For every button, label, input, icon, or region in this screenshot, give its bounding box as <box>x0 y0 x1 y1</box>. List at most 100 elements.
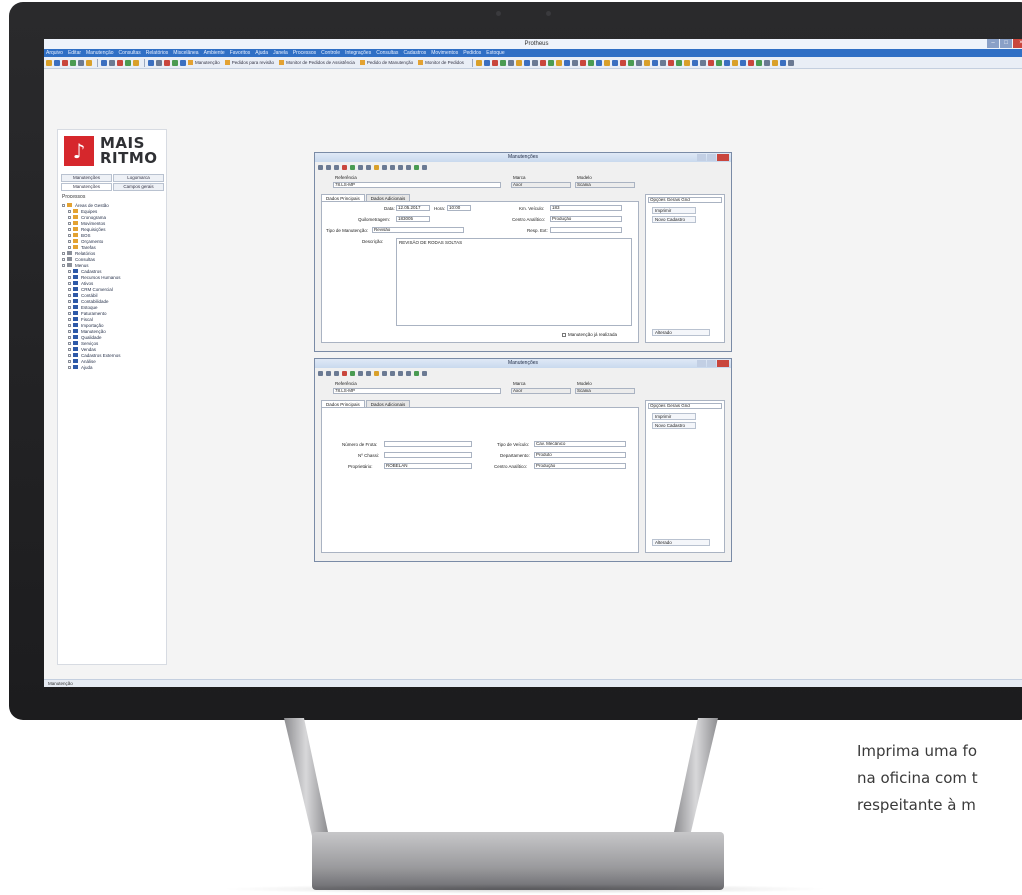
expand-icon[interactable] <box>68 359 71 363</box>
expand-icon[interactable] <box>68 209 71 213</box>
print-button[interactable]: Imprimir <box>652 413 696 420</box>
expand-icon[interactable] <box>68 305 71 309</box>
menu-item[interactable]: Editar <box>68 50 81 56</box>
toolbar-icon[interactable] <box>715 59 722 66</box>
help-icon[interactable] <box>422 165 427 170</box>
copy-icon[interactable] <box>334 165 339 170</box>
menu-item[interactable]: Controle <box>321 50 340 56</box>
toolbar-icon[interactable] <box>499 59 506 66</box>
first-icon[interactable] <box>382 371 387 376</box>
expand-icon[interactable] <box>68 275 71 279</box>
window-2-minimize[interactable] <box>697 360 706 367</box>
expand-icon[interactable] <box>68 221 71 225</box>
toolbar-icon[interactable] <box>148 59 154 66</box>
toolbar-icon[interactable] <box>651 59 658 66</box>
menu-item[interactable]: Ambiente <box>204 50 225 56</box>
refresh-icon[interactable] <box>414 371 419 376</box>
expand-icon[interactable] <box>68 347 71 351</box>
options-select[interactable]: Opções Gerais Grid <box>648 197 722 203</box>
date-field[interactable]: 12.05.2017 <box>396 205 430 211</box>
window-2-maximize[interactable] <box>707 360 716 367</box>
expand-icon[interactable] <box>68 293 71 297</box>
tab-manutencoes[interactable]: Manutenções <box>61 174 112 182</box>
toolbar-icon[interactable] <box>507 59 514 66</box>
toolbar-shortcut-button[interactable]: Monitor de Pedidos <box>418 60 464 65</box>
toolbar-icon[interactable] <box>70 59 76 66</box>
toolbar-icon[interactable] <box>515 59 522 66</box>
expand-icon[interactable] <box>68 215 71 219</box>
prev-icon[interactable] <box>390 165 395 170</box>
vehicle-type-field[interactable]: Cav. Mecânico <box>534 441 626 447</box>
expand-icon[interactable] <box>68 233 71 237</box>
toolbar-icon[interactable] <box>667 59 674 66</box>
toolbar-icon[interactable] <box>643 59 650 66</box>
print-button[interactable]: Imprimir <box>652 207 696 214</box>
options-select[interactable]: Opções Gerais Grid <box>648 403 722 409</box>
delete-icon[interactable] <box>342 165 347 170</box>
toolbar-icon[interactable] <box>675 59 682 66</box>
save-icon[interactable] <box>350 371 355 376</box>
toolbar-icon[interactable] <box>619 59 626 66</box>
menu-item[interactable]: Favoritos <box>230 50 251 56</box>
toolbar-icon[interactable] <box>627 59 634 66</box>
new-icon[interactable] <box>326 165 331 170</box>
last-icon[interactable] <box>406 165 411 170</box>
tab-campos-gerais[interactable]: Campos gerais <box>113 183 164 191</box>
tree-item[interactable]: Ajuda <box>62 364 166 370</box>
toolbar-icon[interactable] <box>133 59 139 66</box>
toolbar-icon[interactable] <box>180 59 186 66</box>
toolbar-icon[interactable] <box>699 59 706 66</box>
toolbar-icon[interactable] <box>109 59 115 66</box>
menu-item[interactable]: Pedidos <box>463 50 481 56</box>
toolbar-icon[interactable] <box>46 59 52 66</box>
owner-field[interactable]: ROBELAN <box>384 463 472 469</box>
expand-icon[interactable] <box>68 329 71 333</box>
last-icon[interactable] <box>406 371 411 376</box>
toolbar-icon[interactable] <box>483 59 490 66</box>
toolbar-shortcut-button[interactable]: Pedido de Manutenção <box>359 60 413 65</box>
toolbar-icon[interactable] <box>739 59 746 66</box>
window-1-minimize[interactable] <box>697 154 706 161</box>
toolbar-icon[interactable] <box>603 59 610 66</box>
toolbar-icon[interactable] <box>164 59 170 66</box>
search-icon[interactable] <box>318 165 323 170</box>
menu-item[interactable]: Estoque <box>486 50 504 56</box>
filter-icon[interactable] <box>374 371 379 376</box>
menu-item[interactable]: Manutenção <box>86 50 114 56</box>
menu-item[interactable]: Miscelânea <box>173 50 198 56</box>
expand-icon[interactable] <box>62 257 65 261</box>
ref-field[interactable]: 78.LS-MP <box>333 388 501 394</box>
toolbar-icon[interactable] <box>595 59 602 66</box>
toolbar-shortcut-button[interactable]: Pedidos para revisão <box>224 60 274 65</box>
resp-field[interactable] <box>550 227 622 233</box>
expand-icon[interactable] <box>68 311 71 315</box>
expand-icon[interactable] <box>68 299 71 303</box>
window-1-close[interactable] <box>717 154 729 161</box>
department-field[interactable]: Produto <box>534 452 626 458</box>
tab-logomarca[interactable]: Logomarca <box>113 174 164 182</box>
toolbar-icon[interactable] <box>747 59 754 66</box>
toolbar-icon[interactable] <box>555 59 562 66</box>
menu-item[interactable]: Consultas <box>376 50 398 56</box>
expand-icon[interactable] <box>62 263 65 267</box>
toolbar-icon[interactable] <box>779 59 786 66</box>
expand-icon[interactable] <box>68 335 71 339</box>
expand-icon[interactable] <box>68 227 71 231</box>
new-icon[interactable] <box>326 371 331 376</box>
prev-icon[interactable] <box>390 371 395 376</box>
mail-icon[interactable] <box>366 165 371 170</box>
toolbar-icon[interactable] <box>723 59 730 66</box>
mileage-field[interactable]: 183005 <box>396 216 430 222</box>
toolbar-icon[interactable] <box>547 59 554 66</box>
toolbar-shortcut-button[interactable]: Manutenção <box>188 60 220 65</box>
expand-icon[interactable] <box>68 323 71 327</box>
toolbar-icon[interactable] <box>707 59 714 66</box>
toolbar-icon[interactable] <box>763 59 770 66</box>
expand-icon[interactable] <box>68 281 71 285</box>
expand-icon[interactable] <box>68 245 71 249</box>
toolbar-icon[interactable] <box>54 59 60 66</box>
expand-icon[interactable] <box>62 251 65 255</box>
toolbar-icon[interactable] <box>156 59 162 66</box>
toolbar-icon[interactable] <box>86 59 92 66</box>
toolbar-icon[interactable] <box>117 59 123 66</box>
